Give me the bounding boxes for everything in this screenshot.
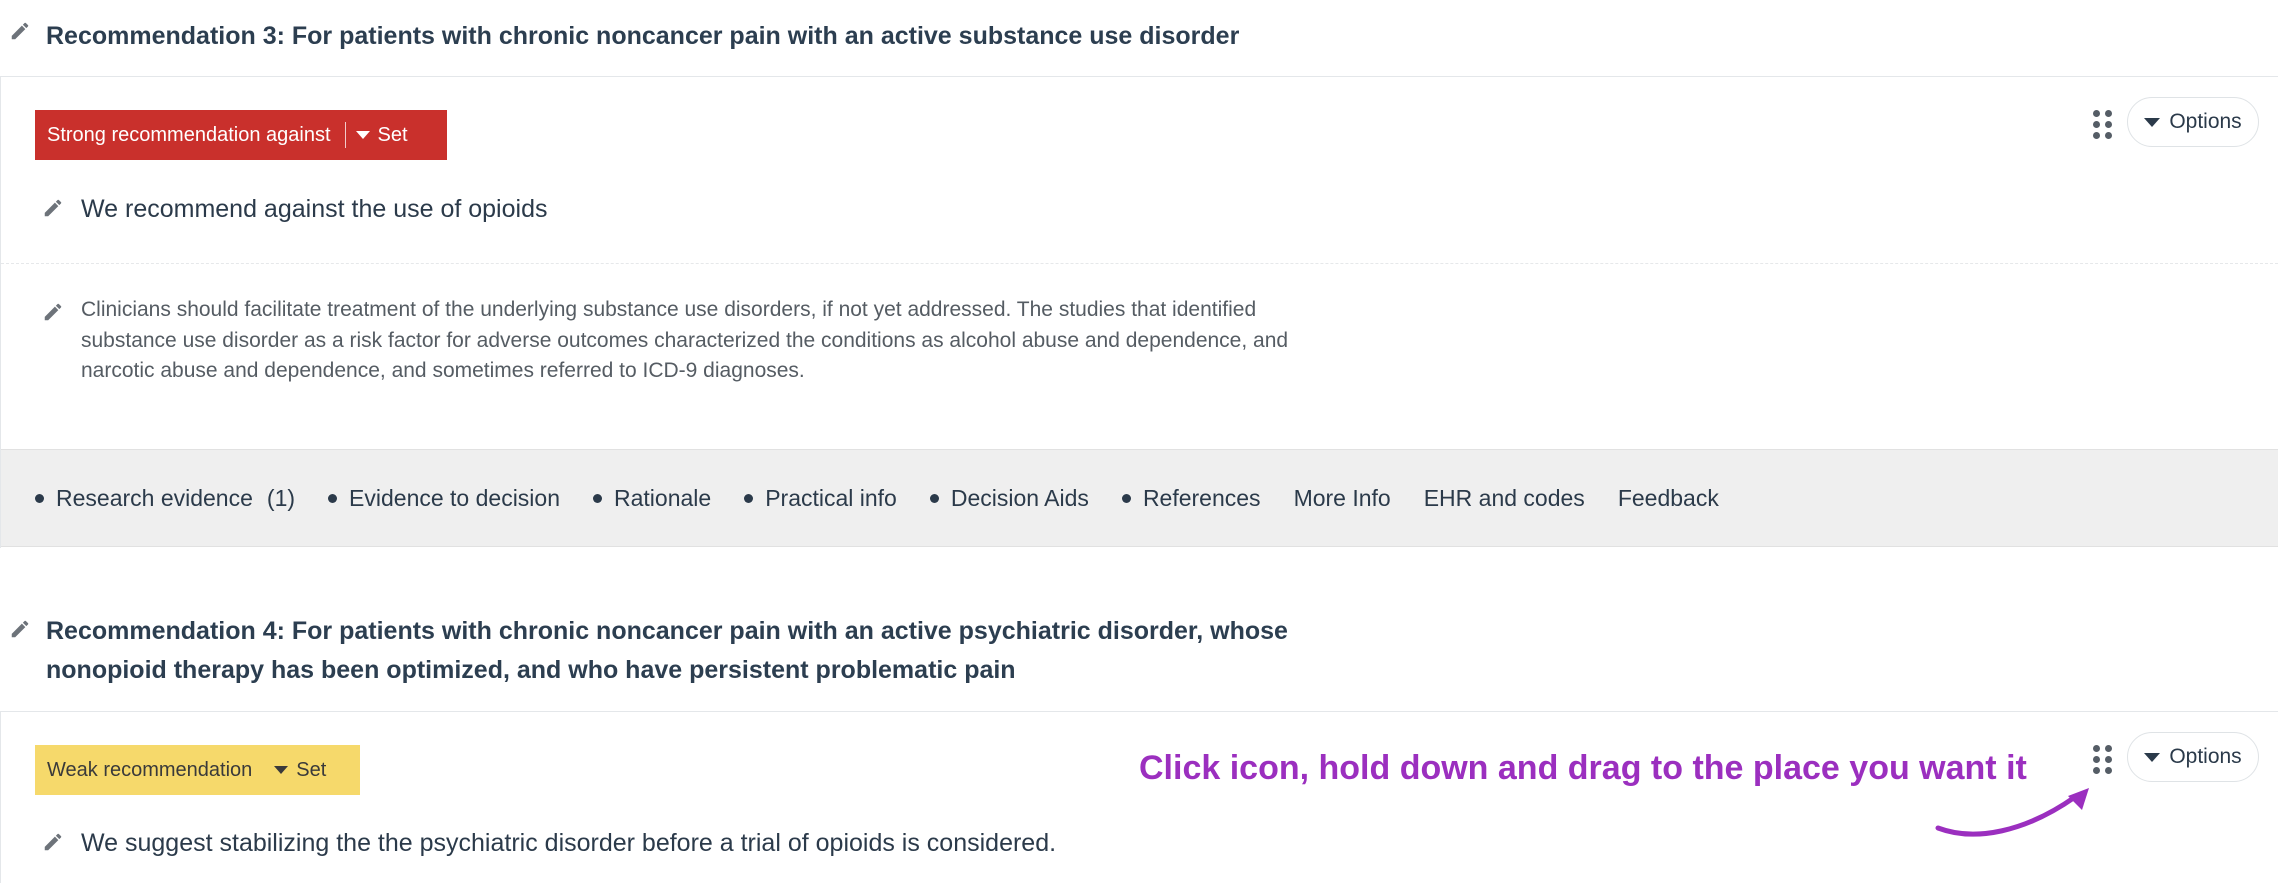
tab-ehr-and-codes[interactable]: EHR and codes bbox=[1424, 485, 1585, 512]
recommendation-text: We suggest stabilizing the the psychiatr… bbox=[81, 829, 1057, 857]
tab-research-evidence[interactable]: Research evidence (1) bbox=[35, 485, 295, 512]
divider bbox=[1, 263, 2278, 264]
edit-remark-pencil-icon[interactable] bbox=[40, 299, 66, 325]
tab-rationale[interactable]: Rationale bbox=[593, 485, 711, 512]
tab-practical-info[interactable]: Practical info bbox=[744, 485, 897, 512]
tab-label: Research evidence bbox=[56, 484, 253, 511]
tab-label: References bbox=[1142, 484, 1261, 511]
tab-label: Evidence to decision bbox=[349, 484, 560, 511]
edit-recommendation-pencil-icon[interactable] bbox=[40, 195, 66, 221]
recommendation-text: We recommend against the use of opioids bbox=[81, 195, 548, 223]
caret-down-icon bbox=[2144, 752, 2161, 762]
bullet-dot bbox=[744, 493, 754, 503]
section-tabs-bar: Research evidence (1) Evidence to decisi… bbox=[1, 449, 2278, 547]
set-label: Set bbox=[296, 758, 327, 781]
recommendation-3-heading: Recommendation 3: For patients with chro… bbox=[46, 22, 1240, 50]
strength-badge[interactable]: Strong recommendation against Set bbox=[35, 110, 447, 160]
drag-handle-icon[interactable] bbox=[2091, 744, 2113, 774]
caret-down-icon bbox=[355, 131, 370, 139]
tab-count: (1) bbox=[266, 484, 296, 511]
caret-down-icon bbox=[2144, 117, 2161, 127]
strength-label: Strong recommendation against bbox=[47, 123, 331, 146]
options-button[interactable]: Options bbox=[2127, 732, 2259, 782]
tab-decision-aids[interactable]: Decision Aids bbox=[929, 484, 1089, 512]
bullet-dot bbox=[1121, 493, 1131, 503]
tab-label: More Info bbox=[1293, 484, 1391, 511]
tab-feedback[interactable]: Feedback bbox=[1618, 485, 1719, 512]
tab-label: EHR and codes bbox=[1423, 484, 1585, 511]
badge-divider bbox=[344, 122, 346, 148]
recommendation-remark: Clinicians should facilitate treatment o… bbox=[81, 298, 1289, 382]
set-label: Set bbox=[377, 123, 408, 146]
caret-down-icon bbox=[274, 766, 289, 774]
tab-evidence-to-decision[interactable]: Evidence to decision bbox=[328, 485, 560, 512]
bullet-dot bbox=[328, 493, 338, 503]
bullet-dot bbox=[35, 493, 44, 503]
tab-label: Practical info bbox=[765, 484, 897, 511]
edit-recommendation-pencil-icon[interactable] bbox=[40, 829, 66, 855]
options-label: Options bbox=[2169, 110, 2242, 133]
options-label: Options bbox=[2169, 745, 2242, 768]
bullet-dot bbox=[593, 493, 602, 503]
recommendation-4-heading-line-1: Recommendation 4: For patients with chro… bbox=[46, 617, 1288, 645]
drag-handle-icon[interactable] bbox=[2091, 109, 2113, 139]
arrow-annotation bbox=[1935, 788, 2089, 837]
tab-label: Feedback bbox=[1617, 484, 1719, 511]
bullet-dot bbox=[929, 493, 939, 503]
tab-label: Decision Aids bbox=[950, 484, 1089, 511]
options-button[interactable]: Options bbox=[2127, 97, 2259, 147]
tab-references[interactable]: References bbox=[1121, 484, 1261, 512]
drag-hint-annotation: Click icon, hold down and drag to the pl… bbox=[1139, 749, 2027, 787]
recommendation-4-heading-line-2: nonopioid therapy has been optimized, an… bbox=[46, 656, 1016, 684]
tab-more-info[interactable]: More Info bbox=[1294, 485, 1391, 512]
edit-heading-3-pencil-icon[interactable] bbox=[7, 18, 33, 44]
strength-badge[interactable]: Weak recommendation Set bbox=[35, 745, 360, 795]
tab-label: Rationale bbox=[614, 484, 712, 511]
recommendation-3-card: Strong recommendation against Set Option… bbox=[0, 76, 2278, 548]
edit-heading-4-pencil-icon[interactable] bbox=[7, 616, 33, 642]
strength-label: Weak recommendation bbox=[47, 758, 253, 781]
